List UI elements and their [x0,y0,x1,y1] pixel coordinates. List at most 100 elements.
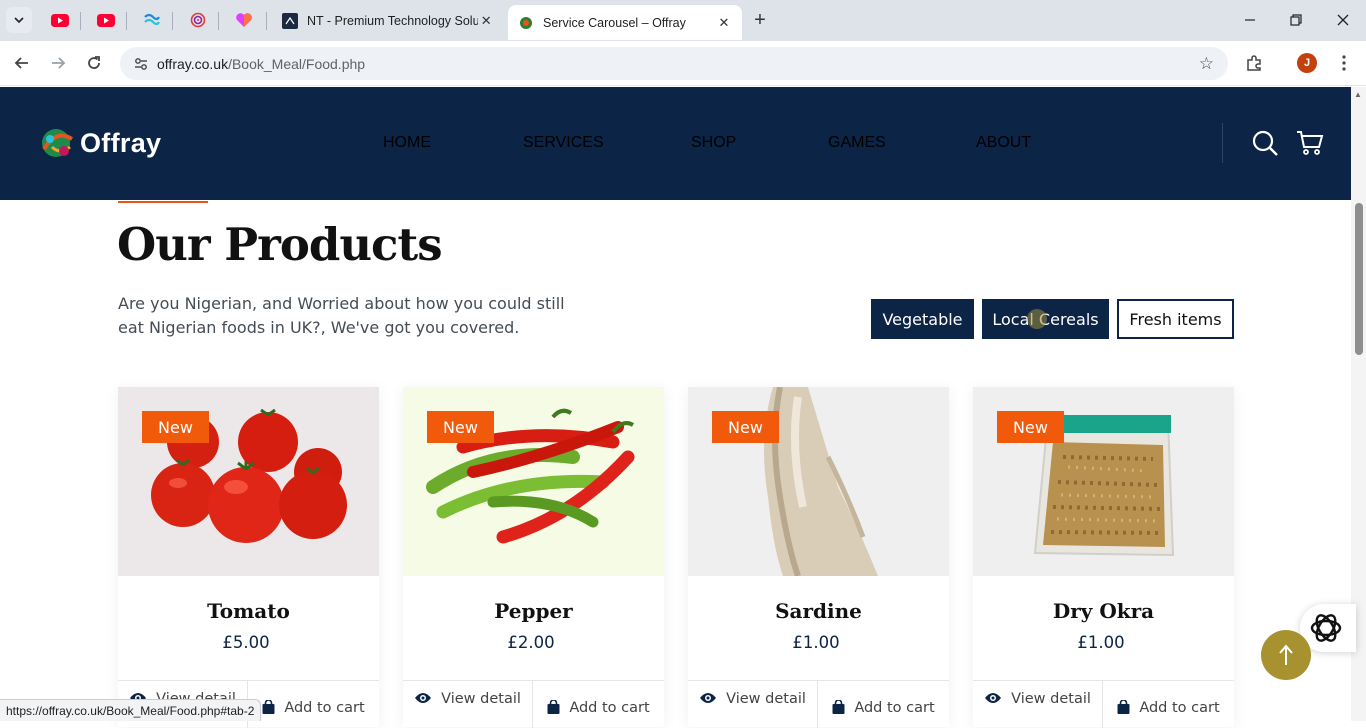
minimize-icon[interactable] [1238,8,1262,32]
wave-app-icon [144,13,160,26]
offray-logo-icon [42,129,74,157]
tab-separator [80,12,81,30]
offray-favicon-icon [520,16,532,29]
bookmark-star-icon[interactable]: ☆ [1199,54,1214,74]
tab-title: NT - Premium Technology Solut [307,13,479,28]
product-price: £2.00 [507,633,555,652]
forward-arrow-icon[interactable] [45,50,71,76]
pinned-tab-youtube-2[interactable] [94,8,118,32]
product-image-sardine[interactable]: New [688,387,949,576]
close-window-icon[interactable] [1331,8,1355,32]
scroll-up-arrow-icon[interactable]: ▲ [1354,90,1362,99]
youtube-icon [97,13,115,27]
view-detail-label: View detail [726,691,806,707]
product-name[interactable]: Tomato [118,599,379,623]
product-name[interactable]: Dry Okra [973,599,1234,623]
url-path: /Book_Meal/Food.php [228,55,366,72]
product-price: £5.00 [222,633,270,652]
back-to-top-button[interactable] [1261,630,1311,680]
tab-separator [126,12,127,30]
tab-separator [218,12,219,30]
filter-vegetable-button[interactable]: Vegetable [871,299,974,339]
nav-games[interactable]: GAMES [828,134,886,152]
nav-about[interactable]: ABOUT [976,134,1031,152]
heart-app-icon [236,13,252,27]
search-icon[interactable] [1251,129,1281,159]
tab-title: Service Carousel – Offray [543,15,686,30]
tab-separator [266,12,267,30]
product-card-dry-okra[interactable]: New Dry Okra £1.00 View detail Add to ca… [973,387,1234,728]
product-price: £1.00 [1077,633,1125,652]
filter-fresh-items-button[interactable]: Fresh items [1117,299,1234,339]
spiral-app-icon [190,12,206,28]
nav-shop[interactable]: SHOP [691,134,736,152]
tab-service-carousel[interactable]: Service Carousel – Offray ✕ [508,5,742,40]
product-actions: View detail Add to cart [688,680,949,728]
product-actions: View detail Add to cart [403,680,664,728]
tab-close-icon[interactable]: ✕ [716,15,732,31]
new-badge: New [997,411,1064,443]
url-text: offray.co.uk/Book_Meal/Food.php [157,56,365,72]
section-intro: Are you Nigerian, and Worried about how … [118,294,565,337]
site-header: Offray HOME SERVICES SHOP GAMES ABOUT [0,87,1351,200]
pinned-tab-spiral[interactable] [186,8,210,32]
shopping-bag-icon [1117,700,1130,714]
extensions-puzzle-icon[interactable] [1242,51,1266,75]
profile-avatar[interactable]: J [1295,51,1319,75]
product-image-pepper[interactable]: New [403,387,664,576]
reload-icon[interactable] [81,50,107,76]
nt-favicon-icon [282,12,298,29]
product-card-sardine[interactable]: New Sardine £1.00 View detail Add to car… [688,387,949,728]
mouse-cursor-highlight [1027,309,1047,329]
address-bar[interactable]: offray.co.uk/Book_Meal/Food.php ☆ [120,47,1228,80]
profile-initial: J [1297,53,1317,73]
tab-search-button[interactable] [6,7,32,33]
product-image-tomato[interactable]: New [118,387,379,576]
openai-knot-icon [1310,614,1342,642]
tab-nt-premium[interactable]: NT - Premium Technology Solut ✕ [272,6,504,35]
tab-close-icon[interactable]: ✕ [478,13,494,29]
new-tab-plus-icon[interactable]: + [748,8,772,32]
new-badge: New [142,411,209,443]
nav-home[interactable]: HOME [383,134,431,152]
add-to-cart-label: Add to cart [854,700,935,716]
eye-icon [699,691,717,705]
product-price: £1.00 [792,633,840,652]
view-detail-label: View detail [1011,691,1091,707]
chevron-down-icon [14,17,24,24]
add-to-cart-label: Add to cart [1139,700,1220,716]
site-logo[interactable]: Offray [38,125,161,161]
new-badge: New [427,411,494,443]
product-card-pepper[interactable]: New Pepper £2.00 View detail Add to cart [403,387,664,728]
new-badge: New [712,411,779,443]
url-domain: offray.co.uk [157,55,229,72]
shopping-bag-icon [832,700,845,714]
eye-icon [414,691,432,705]
section-title: Our Products [117,218,443,271]
product-card-tomato[interactable]: New Tomato £5.00 View detail Add to cart [118,387,379,728]
scroll-thumb[interactable] [1355,203,1363,355]
nav-services[interactable]: SERVICES [523,134,604,152]
product-actions: View detail Add to cart [973,680,1234,728]
link-status-bar: https://offray.co.uk/Book_Meal/Food.php#… [0,699,262,721]
browser-toolbar: offray.co.uk/Book_Meal/Food.php ☆ J [0,41,1366,86]
pinned-tab-heart[interactable] [232,8,256,32]
site-info-icon[interactable] [128,56,154,72]
back-arrow-icon[interactable] [9,50,35,76]
cart-icon[interactable] [1296,129,1326,159]
tab-separator [172,12,173,30]
pinned-tab-youtube[interactable] [48,8,72,32]
youtube-icon [51,13,69,27]
logo-text: Offray [80,127,162,158]
arrow-up-icon [1279,644,1293,665]
restore-icon[interactable] [1284,8,1308,32]
product-image-dry-okra[interactable]: New [973,387,1234,576]
pinned-tab-wave[interactable] [140,8,164,32]
product-name[interactable]: Sardine [688,599,949,623]
header-divider [1222,123,1223,163]
browser-menu-icon[interactable] [1332,51,1356,75]
browser-tabstrip: NT - Premium Technology Solut ✕ Service … [0,0,1366,41]
add-to-cart-label: Add to cart [284,700,365,716]
product-name[interactable]: Pepper [403,599,664,623]
shopping-bag-icon [547,700,560,714]
